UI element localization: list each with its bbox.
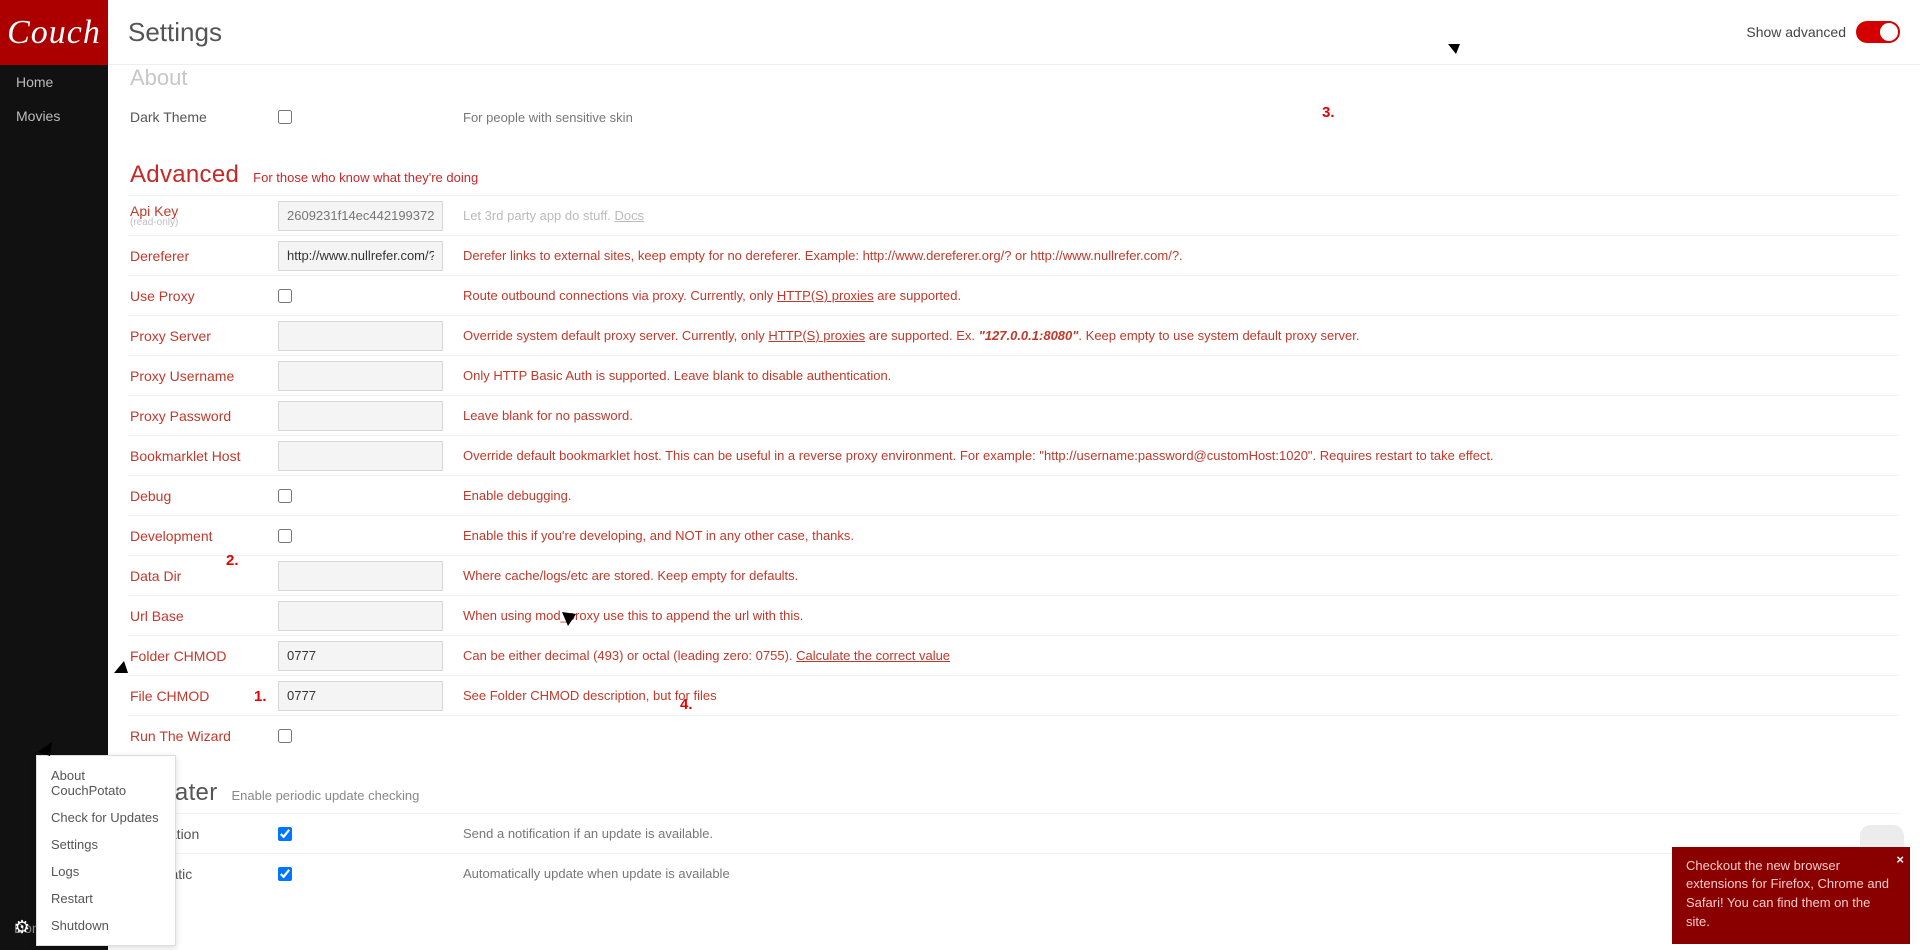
page-title: Settings <box>128 17 222 48</box>
sidebar-footer: Don ⚙ About CouchPotato Check for Update… <box>0 910 108 950</box>
label-data-dir: Data Dir <box>128 568 278 584</box>
bookmarklet-input[interactable] <box>278 441 443 471</box>
url-base-input[interactable] <box>278 601 443 631</box>
row-url-base: Url Base When using mod_proxy use this t… <box>128 595 1900 635</box>
proxy-link-2[interactable]: HTTP(S) proxies <box>768 328 865 343</box>
desc-development: Enable this if you're developing, and NO… <box>463 528 1900 543</box>
row-automatic: Automatic Automatically update when upda… <box>128 853 1900 893</box>
docs-link[interactable]: Docs <box>615 208 645 223</box>
row-use-proxy: Use Proxy Route outbound connections via… <box>128 275 1900 315</box>
notice-toggle[interactable] <box>1860 825 1904 847</box>
proxy-server-input[interactable] <box>278 321 443 351</box>
row-folder-chmod: Folder CHMOD Can be either decimal (493)… <box>128 635 1900 675</box>
desc-use-proxy: Route outbound connections via proxy. Cu… <box>463 288 1900 303</box>
row-data-dir: Data Dir Where cache/logs/etc are stored… <box>128 555 1900 595</box>
menu-settings[interactable]: Settings <box>37 831 175 858</box>
dark-theme-checkbox[interactable] <box>278 110 292 124</box>
sidebar: Couch Home Movies Don ⚙ About CouchPotat… <box>0 0 108 950</box>
close-icon[interactable]: × <box>1896 851 1904 870</box>
data-dir-input[interactable] <box>278 561 443 591</box>
section-about-partial: About <box>130 65 1900 91</box>
label-wizard: Run The Wizard <box>128 728 278 744</box>
desc-dark-theme: For people with sensitive skin <box>463 110 1900 125</box>
desc-folder-chmod: Can be either decimal (493) or octal (le… <box>463 648 1900 663</box>
show-advanced-label: Show advanced <box>1746 24 1846 40</box>
file-chmod-input[interactable] <box>278 681 443 711</box>
use-proxy-checkbox[interactable] <box>278 289 292 303</box>
row-development: Development Enable this if you're develo… <box>128 515 1900 555</box>
label-proxy-password: Proxy Password <box>128 408 278 424</box>
gear-icon[interactable]: ⚙ <box>14 917 30 938</box>
desc-bookmarklet: Override default bookmarklet host. This … <box>463 448 1900 463</box>
proxy-username-input[interactable] <box>278 361 443 391</box>
gear-menu: About CouchPotato Check for Updates Sett… <box>36 755 176 946</box>
row-api-key: Api Key (read-only) Let 3rd party app do… <box>128 195 1900 235</box>
menu-logs[interactable]: Logs <box>37 858 175 885</box>
settings-content[interactable]: About Dark Theme For people with sensiti… <box>108 65 1920 950</box>
notification-checkbox[interactable] <box>278 827 292 841</box>
label-development: Development <box>128 528 278 544</box>
section-advanced-sub: For those who know what they're doing <box>253 170 478 185</box>
desc-file-chmod: See Folder CHMOD description, but for fi… <box>463 688 1900 703</box>
folder-chmod-input[interactable] <box>278 641 443 671</box>
label-dark-theme: Dark Theme <box>128 109 278 125</box>
label-proxy-username: Proxy Username <box>128 368 278 384</box>
row-notification: Notification Send a notification if an u… <box>128 813 1900 853</box>
row-dereferer: Dereferer Derefer links to external site… <box>128 235 1900 275</box>
section-updater-sub: Enable periodic update checking <box>231 788 419 803</box>
menu-restart[interactable]: Restart <box>37 885 175 912</box>
row-proxy-password: Proxy Password Leave blank for no passwo… <box>128 395 1900 435</box>
section-advanced-title: Advanced <box>130 161 239 189</box>
desc-data-dir: Where cache/logs/etc are stored. Keep em… <box>463 568 1900 583</box>
row-proxy-username: Proxy Username Only HTTP Basic Auth is s… <box>128 355 1900 395</box>
label-folder-chmod: Folder CHMOD <box>128 648 278 664</box>
label-file-chmod: File CHMOD <box>128 688 278 704</box>
api-key-input[interactable] <box>278 201 443 231</box>
browser-extension-notice[interactable]: × Checkout the new browser extensions fo… <box>1672 847 1910 944</box>
row-wizard: Run The Wizard <box>128 715 1900 755</box>
show-advanced-toggle[interactable]: Show advanced <box>1746 21 1900 43</box>
proxy-password-input[interactable] <box>278 401 443 431</box>
notice-text: Checkout the new browser extensions for … <box>1686 858 1889 930</box>
label-debug: Debug <box>128 488 278 504</box>
desc-notification: Send a notification if an update is avai… <box>463 826 1900 841</box>
desc-proxy-password: Leave blank for no password. <box>463 408 1900 423</box>
row-debug: Debug Enable debugging. <box>128 475 1900 515</box>
desc-debug: Enable debugging. <box>463 488 1900 503</box>
desc-proxy-server: Override system default proxy server. Cu… <box>463 328 1900 343</box>
dereferer-input[interactable] <box>278 241 443 271</box>
desc-dereferer: Derefer links to external sites, keep em… <box>463 248 1900 263</box>
row-bookmarklet: Bookmarklet Host Override default bookma… <box>128 435 1900 475</box>
label-bookmarklet: Bookmarklet Host <box>128 448 278 464</box>
chmod-calc-link[interactable]: Calculate the correct value <box>796 648 950 663</box>
section-updater: Updater Enable periodic update checking <box>128 755 1900 813</box>
nav: Home Movies <box>0 65 108 133</box>
proxy-link-1[interactable]: HTTP(S) proxies <box>777 288 874 303</box>
label-proxy-server: Proxy Server <box>128 328 278 344</box>
desc-proxy-username: Only HTTP Basic Auth is supported. Leave… <box>463 368 1900 383</box>
automatic-checkbox[interactable] <box>278 867 292 881</box>
app-logo: Couch <box>0 0 108 65</box>
desc-url-base: When using mod_proxy use this to append … <box>463 608 1900 623</box>
row-dark-theme: Dark Theme For people with sensitive ski… <box>128 97 1900 137</box>
menu-about[interactable]: About CouchPotato <box>37 762 175 804</box>
menu-shutdown[interactable]: Shutdown <box>37 912 175 939</box>
label-api-key: Api Key (read-only) <box>128 203 278 228</box>
label-dereferer: Dereferer <box>128 248 278 264</box>
nav-movies[interactable]: Movies <box>0 99 108 133</box>
header: Settings Show advanced <box>108 0 1920 65</box>
section-advanced: Advanced For those who know what they're… <box>128 137 1900 195</box>
wizard-checkbox[interactable] <box>278 729 292 743</box>
debug-checkbox[interactable] <box>278 489 292 503</box>
row-file-chmod: File CHMOD See Folder CHMOD description,… <box>128 675 1900 715</box>
menu-check-updates[interactable]: Check for Updates <box>37 804 175 831</box>
development-checkbox[interactable] <box>278 529 292 543</box>
nav-home[interactable]: Home <box>0 65 108 99</box>
desc-api-key: Let 3rd party app do stuff. Docs <box>463 208 1900 223</box>
label-use-proxy: Use Proxy <box>128 288 278 304</box>
row-proxy-server: Proxy Server Override system default pro… <box>128 315 1900 355</box>
toggle-switch[interactable] <box>1856 21 1900 43</box>
label-url-base: Url Base <box>128 608 278 624</box>
